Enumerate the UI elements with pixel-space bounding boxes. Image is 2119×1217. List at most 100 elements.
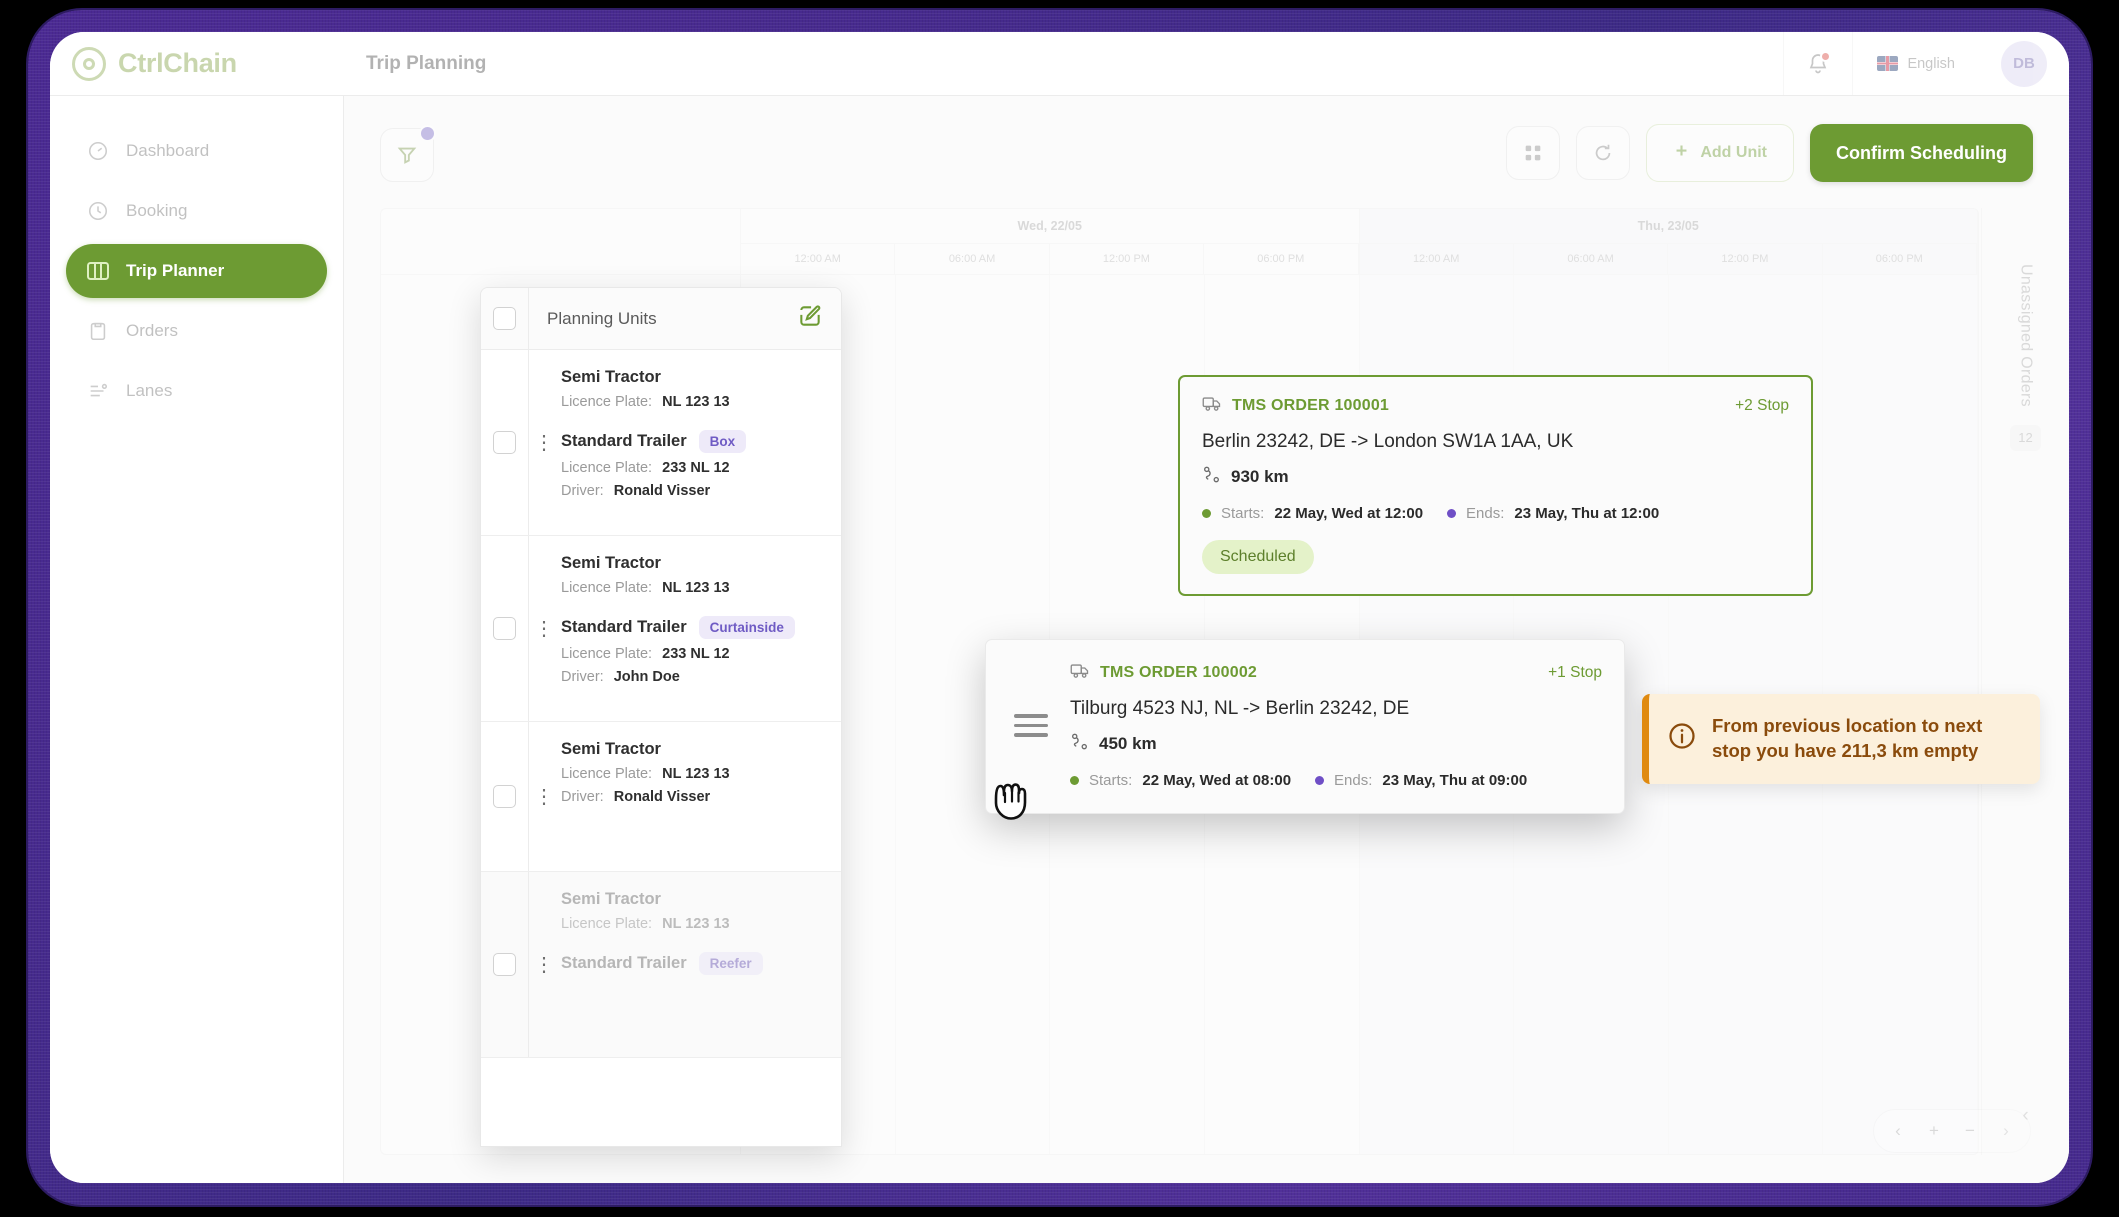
hour-row: 12:00 AM 06:00 AM 12:00 PM 06:00 PM — [741, 243, 1359, 274]
planning-units-title: Planning Units — [547, 308, 657, 328]
select-all-checkbox-cell[interactable] — [481, 288, 529, 349]
sidebar-item-label: Booking — [126, 201, 188, 220]
licence-plate-value: 233 NL 12 — [662, 460, 730, 476]
columns-icon — [86, 259, 110, 283]
avatar[interactable]: DB — [2001, 40, 2047, 87]
row-checkbox[interactable] — [493, 431, 516, 454]
start-bullet-icon — [1070, 776, 1079, 785]
row-menu-icon[interactable]: ⋮ — [529, 872, 559, 1057]
planning-unit-row[interactable]: ⋮ Semi Tractor Licence Plate: NL 123 13 … — [481, 536, 841, 722]
end-bullet-icon — [1447, 509, 1457, 518]
plus-icon — [1673, 142, 1690, 164]
day-label: Thu, 23/05 — [1637, 219, 1699, 233]
licence-plate-label: Licence Plate: — [561, 916, 653, 932]
tractor-title: Semi Tractor — [561, 890, 661, 908]
sidebar-item-trip-planner[interactable]: Trip Planner — [66, 244, 327, 298]
tractor-title: Semi Tractor — [561, 554, 661, 572]
row-menu-icon[interactable]: ⋮ — [529, 722, 559, 871]
hour-row: 12:00 AM 06:00 AM 12:00 PM 06:00 PM — [1359, 243, 1977, 274]
hour-cell: 12:00 PM — [1668, 244, 1823, 274]
row-checkbox-cell[interactable] — [481, 350, 529, 535]
hour-cell: 06:00 AM — [895, 244, 1050, 274]
empty-km-tooltip: From previous location to next stop you … — [1642, 694, 2040, 784]
row-checkbox[interactable] — [493, 785, 516, 808]
bell-icon — [1808, 50, 1832, 75]
trailer-type-badge: Curtainside — [698, 616, 795, 639]
starts-value: 22 May, Wed at 12:00 — [1274, 505, 1424, 522]
notification-badge — [1820, 50, 1832, 62]
row-menu-icon[interactable]: ⋮ — [529, 350, 559, 535]
hour-cell: 12:00 PM — [1050, 244, 1205, 274]
row-checkbox-cell[interactable] — [481, 722, 529, 871]
row-checkbox-cell[interactable] — [481, 872, 529, 1057]
order-card-dragging[interactable]: TMS ORDER 100002 +1 Stop Tilburg 4523 NJ… — [985, 639, 1625, 814]
unassigned-orders-rail[interactable]: Unassigned Orders 12 ‹ — [1981, 208, 2069, 1155]
edit-pencil-icon — [800, 305, 821, 326]
row-menu-icon[interactable]: ⋮ — [529, 536, 559, 721]
order-stops-count: +1 Stop — [1548, 664, 1602, 681]
hour-cell: 12:00 AM — [1360, 244, 1514, 274]
licence-plate-value: NL 123 13 — [662, 766, 730, 782]
app-window: CtrlChain Trip Planning English DB Dashb… — [50, 32, 2069, 1183]
grid-left-spacer — [381, 209, 741, 274]
starts-value: 22 May, Wed at 08:00 — [1142, 772, 1292, 789]
planning-unit-row[interactable]: ⋮ Semi Tractor Licence Plate: NL 123 13 … — [481, 722, 841, 872]
timeline-day-column: Thu, 23/05 12:00 AM 06:00 AM 12:00 PM 06… — [1359, 209, 1978, 274]
chevron-left-icon[interactable]: ‹ — [2022, 1105, 2028, 1127]
trailer-title: Standard Trailer — [561, 954, 687, 972]
licence-plate-value: 233 NL 12 — [662, 646, 730, 662]
notifications-button[interactable] — [1783, 32, 1852, 95]
sidebar-item-dashboard[interactable]: Dashboard — [66, 124, 327, 178]
order-route: Berlin 23242, DE -> London SW1A 1AA, UK — [1202, 431, 1574, 452]
page-title: Trip Planning — [366, 52, 487, 74]
hour-cell: 06:00 PM — [1823, 244, 1977, 274]
route-icon — [1202, 465, 1221, 489]
tractor-plate: Licence Plate: NL 123 13 — [561, 580, 825, 596]
driver-label: Driver: — [561, 483, 604, 499]
driver: Driver: Ronald Visser — [561, 483, 825, 499]
planning-unit-row[interactable]: ⋮ Semi Tractor Licence Plate: NL 123 13 … — [481, 350, 841, 536]
grid-view-button[interactable] — [1506, 126, 1561, 180]
target-circle-icon — [72, 46, 106, 81]
pager-prev-button[interactable]: ‹ — [1882, 1115, 1914, 1147]
tractor-plate: Licence Plate: NL 123 13 — [561, 916, 825, 932]
planning-unit-row[interactable]: ⋮ Semi Tractor Licence Plate: NL 123 13 … — [481, 872, 841, 1058]
zoom-in-button[interactable]: + — [1918, 1115, 1950, 1147]
add-unit-button[interactable]: Add Unit — [1646, 124, 1794, 182]
row-checkbox[interactable] — [493, 953, 516, 976]
order-id: TMS ORDER 100001 — [1202, 395, 1389, 417]
row-checkbox[interactable] — [493, 617, 516, 640]
language-selector[interactable]: English — [1852, 32, 1979, 95]
day-label: Wed, 22/05 — [1017, 219, 1082, 233]
brand-logo[interactable]: CtrlChain — [50, 46, 344, 81]
confirm-scheduling-button[interactable]: Confirm Scheduling — [1810, 124, 2033, 182]
sidebar-item-lanes[interactable]: Lanes — [66, 364, 327, 418]
order-id-label: TMS ORDER 100002 — [1100, 664, 1258, 681]
info-circle-icon — [1667, 721, 1697, 756]
order-card-scheduled[interactable]: TMS ORDER 100001 +2 Stop Berlin 23242, D… — [1178, 375, 1813, 596]
unassigned-orders-title: Unassigned Orders — [2017, 264, 2035, 407]
order-route: Tilburg 4523 NJ, NL -> Berlin 23242, DE — [1070, 698, 1410, 719]
truck-icon — [1202, 395, 1222, 417]
driver-value: John Doe — [613, 669, 680, 685]
refresh-button[interactable] — [1576, 126, 1631, 180]
top-bar: CtrlChain Trip Planning English DB — [50, 32, 2069, 96]
sidebar-item-booking[interactable]: Booking — [66, 184, 327, 238]
order-distance-value: 450 km — [1099, 734, 1157, 753]
trailer-plate: Licence Plate: 233 NL 12 — [561, 460, 825, 476]
sidebar-item-label: Trip Planner — [126, 261, 225, 280]
order-distance: 450 km — [1070, 732, 1602, 756]
select-all-checkbox[interactable] — [493, 307, 516, 330]
filter-button[interactable] — [380, 125, 436, 182]
grabbing-hand-cursor — [988, 777, 1030, 830]
planning-unit-body: Semi Tractor Licence Plate: NL 123 13 St… — [559, 872, 841, 1057]
edit-units-button[interactable] — [797, 303, 841, 334]
driver-value: Ronald Visser — [613, 483, 711, 499]
licence-plate-label: Licence Plate: — [561, 646, 653, 662]
row-checkbox-cell[interactable] — [481, 536, 529, 721]
tractor-plate: Licence Plate: NL 123 13 — [561, 766, 825, 782]
trailer-title: Standard Trailer — [561, 618, 687, 636]
sidebar-item-orders[interactable]: Orders — [66, 304, 327, 358]
drag-handle-icon[interactable] — [1008, 714, 1054, 737]
driver-label: Driver: — [561, 789, 604, 805]
